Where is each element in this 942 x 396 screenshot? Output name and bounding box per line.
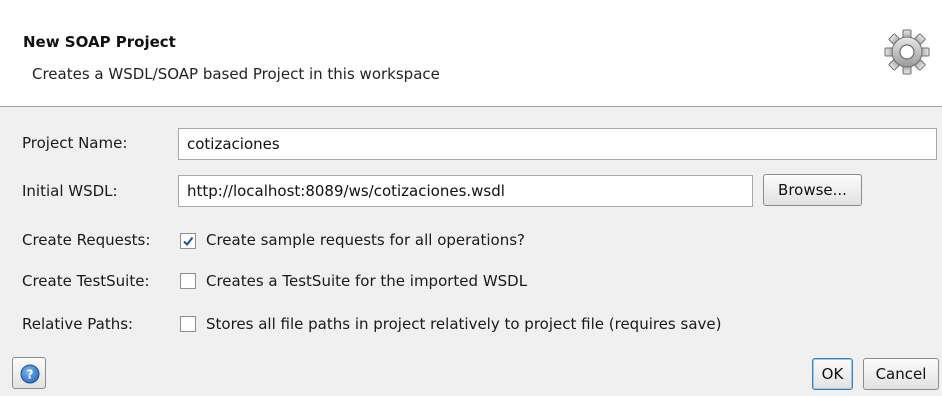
create-requests-checkbox[interactable] xyxy=(180,233,196,249)
project-name-label: Project Name: xyxy=(22,134,128,152)
dialog-subtitle: Creates a WSDL/SOAP based Project in thi… xyxy=(32,65,440,83)
project-name-input[interactable]: cotizaciones xyxy=(178,128,937,160)
create-testsuite-text: Creates a TestSuite for the imported WSD… xyxy=(206,272,528,290)
relative-paths-text: Stores all file paths in project relativ… xyxy=(206,315,722,333)
create-testsuite-label: Create TestSuite: xyxy=(22,272,150,290)
create-testsuite-checkbox[interactable] xyxy=(180,273,196,289)
dialog-header: New SOAP Project Creates a WSDL/SOAP bas… xyxy=(0,0,942,107)
ok-button[interactable]: OK xyxy=(812,358,853,390)
help-button[interactable]: ? xyxy=(12,357,46,389)
dialog-title: New SOAP Project xyxy=(23,33,176,51)
initial-wsdl-input[interactable]: http://localhost:8089/ws/cotizaciones.ws… xyxy=(178,175,753,207)
svg-text:?: ? xyxy=(27,368,34,382)
browse-button[interactable]: Browse... xyxy=(763,174,862,206)
checkmark-icon xyxy=(183,236,194,247)
create-requests-text: Create sample requests for all operation… xyxy=(206,231,525,249)
gear-icon xyxy=(883,28,931,76)
create-requests-label: Create Requests: xyxy=(22,231,151,249)
cancel-button[interactable]: Cancel xyxy=(863,358,939,390)
help-icon: ? xyxy=(20,364,40,384)
relative-paths-checkbox[interactable] xyxy=(180,316,196,332)
initial-wsdl-label: Initial WSDL: xyxy=(22,182,118,200)
relative-paths-label: Relative Paths: xyxy=(22,315,134,333)
